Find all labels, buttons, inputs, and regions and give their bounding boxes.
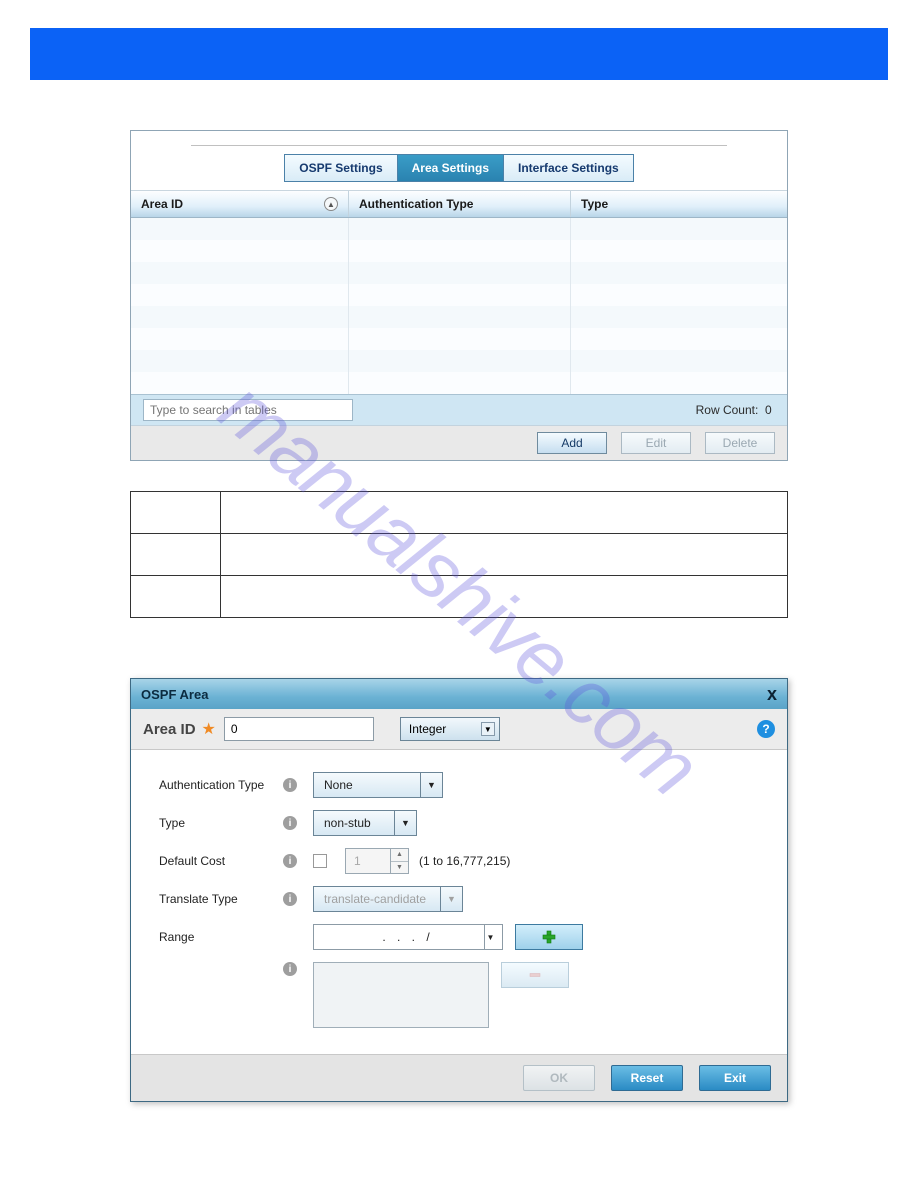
translate-type-label: Translate Type [159,892,283,906]
dialog-titlebar: OSPF Area x [131,679,787,709]
table-header: Area ID ▲ Authentication Type Type [131,191,787,218]
default-cost-hint: (1 to 16,777,215) [419,854,510,868]
column-area-id[interactable]: Area ID ▲ [131,191,349,217]
info-icon[interactable]: i [283,816,297,830]
area-id-format-select[interactable]: Integer ▼ [400,717,500,741]
ok-button: OK [523,1065,595,1091]
minus-icon [528,968,542,982]
chevron-down-icon: ▼ [440,887,462,911]
area-settings-panel: OSPF Settings Area Settings Interface Se… [130,130,788,461]
dialog-footer: OK Reset Exit [131,1054,787,1101]
range-ip-value: . . . / [382,930,433,944]
range-ip-input[interactable]: . . . / ▼ [313,924,503,950]
spinner-down-icon[interactable]: ▼ [391,862,408,874]
required-icon: ★ [202,719,216,739]
plus-icon [542,930,556,944]
chevron-down-icon: ▼ [481,722,495,736]
type-select[interactable]: non-stub ▼ [313,810,417,836]
table-button-bar: Add Edit Delete [131,425,787,460]
chevron-down-icon: ▼ [394,811,416,835]
type-label: Type [159,816,283,830]
dialog-body: Authentication Type i None ▼ Type i non-… [131,750,787,1054]
column-type[interactable]: Type [571,191,787,217]
default-cost-label: Default Cost [159,854,283,868]
chevron-down-icon[interactable]: ▼ [484,925,502,949]
tab-interface-settings[interactable]: Interface Settings [504,155,633,181]
row-count-label: Row Count: [696,403,759,417]
sort-asc-icon[interactable]: ▲ [324,197,338,211]
range-label: Range [159,930,283,944]
table-footer: Row Count: 0 [131,394,787,425]
exit-button[interactable]: Exit [699,1065,771,1091]
add-button[interactable]: Add [537,432,607,454]
settings-tabs: OSPF Settings Area Settings Interface Se… [284,154,633,182]
tab-ospf-settings[interactable]: OSPF Settings [285,155,397,181]
range-remove-button[interactable] [501,962,569,988]
type-value: non-stub [324,816,371,830]
close-icon[interactable]: x [767,685,777,703]
range-list[interactable] [313,962,489,1028]
column-auth-type[interactable]: Authentication Type [349,191,571,217]
spinner-up-icon[interactable]: ▲ [391,849,408,862]
default-cost-spinner[interactable]: 1 ▲▼ [345,848,409,874]
search-input[interactable] [143,399,353,421]
translate-type-select: translate-candidate ▼ [313,886,463,912]
top-banner [30,28,888,80]
translate-type-value: translate-candidate [324,892,426,906]
edit-button: Edit [621,432,691,454]
column-area-id-label: Area ID [141,197,183,211]
auth-type-select[interactable]: None ▼ [313,772,443,798]
info-icon[interactable]: i [283,778,297,792]
auth-type-value: None [324,778,353,792]
area-id-format-value: Integer [409,722,446,736]
reset-button[interactable]: Reset [611,1065,683,1091]
info-icon[interactable]: i [283,892,297,906]
area-id-input[interactable] [224,717,374,741]
auth-type-label: Authentication Type [159,778,283,792]
delete-button: Delete [705,432,775,454]
ospf-area-dialog: OSPF Area x Area ID ★ Integer ▼ ? Authen… [130,678,788,1102]
tab-area-settings[interactable]: Area Settings [398,155,504,181]
row-count-value: 0 [765,403,775,417]
description-table [130,491,788,618]
default-cost-value: 1 [354,854,361,868]
range-add-button[interactable] [515,924,583,950]
info-icon[interactable]: i [283,854,297,868]
chevron-down-icon: ▼ [420,773,442,797]
area-id-label: Area ID [143,721,196,738]
default-cost-checkbox[interactable] [313,854,327,868]
help-icon[interactable]: ? [757,720,775,738]
info-icon[interactable]: i [283,962,297,976]
table-body [131,218,787,394]
dialog-title-text: OSPF Area [141,687,208,702]
dialog-header-row: Area ID ★ Integer ▼ ? [131,709,787,750]
